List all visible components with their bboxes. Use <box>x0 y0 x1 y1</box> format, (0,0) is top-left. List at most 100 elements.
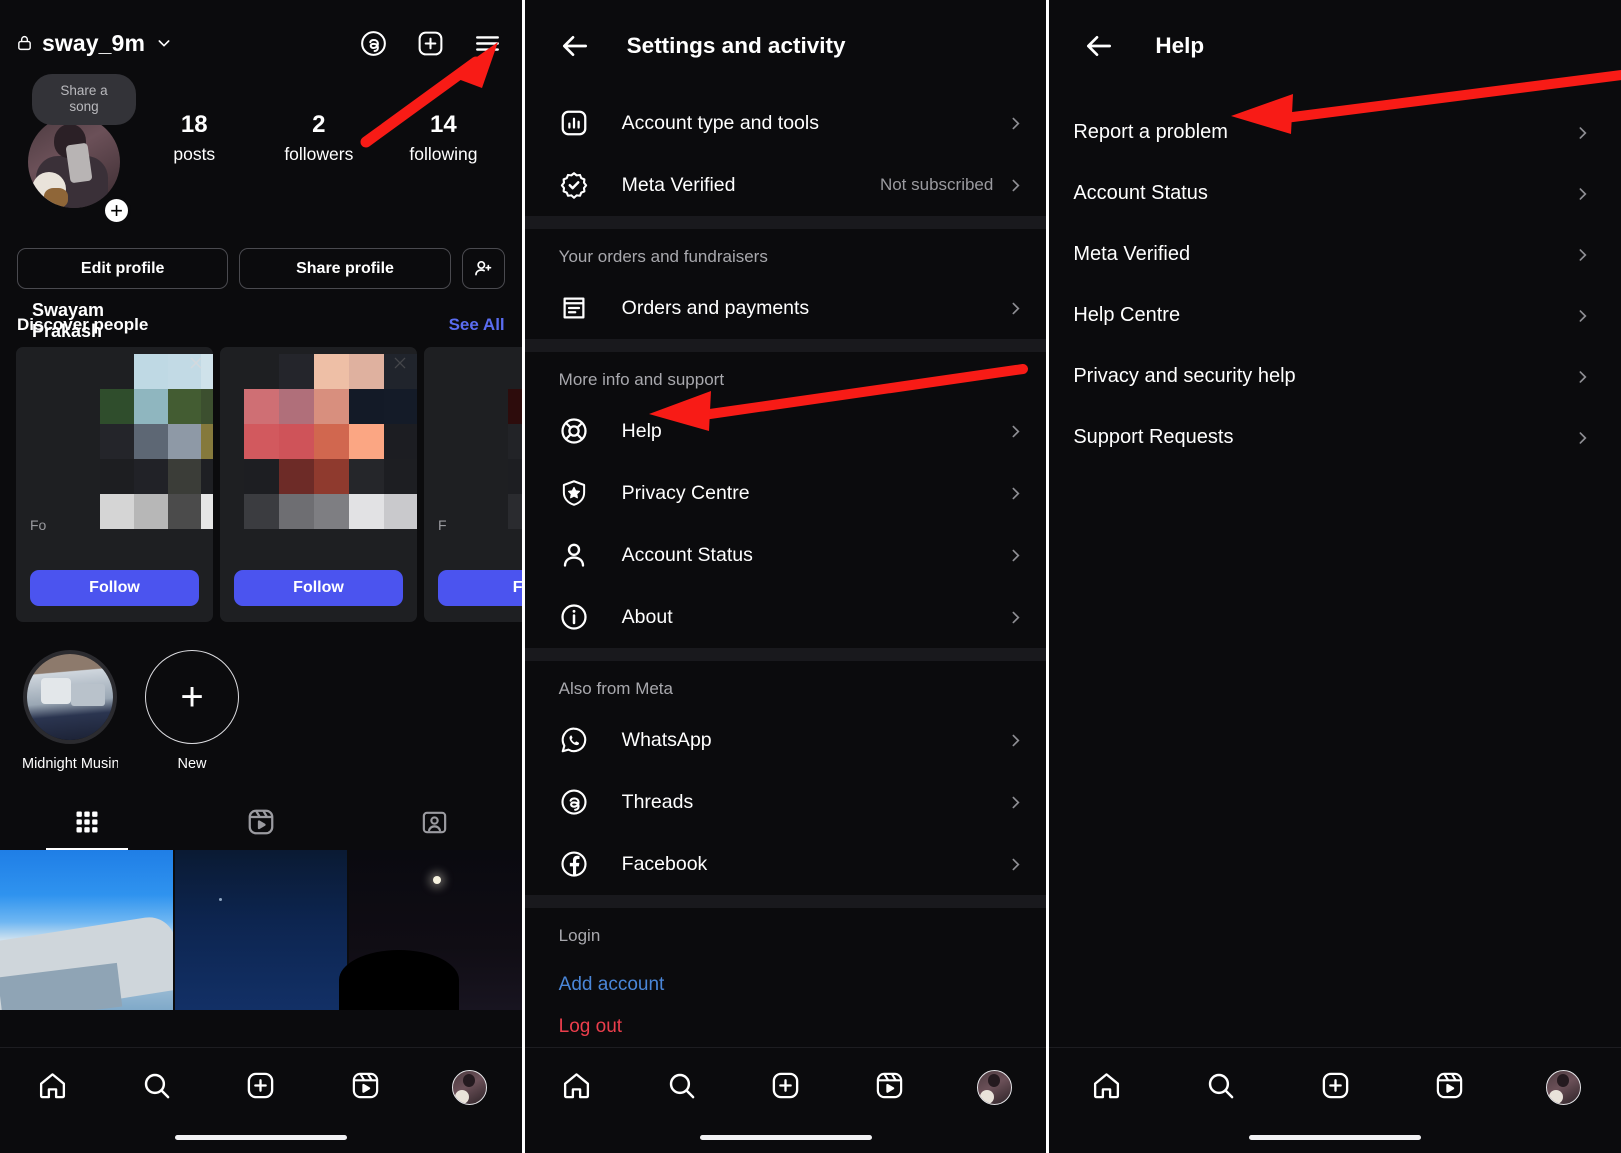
tab-tagged[interactable] <box>348 794 522 850</box>
settings-item-about[interactable]: About <box>525 586 1047 648</box>
section-divider <box>524 895 1047 908</box>
nav-create[interactable] <box>1278 1070 1392 1101</box>
discover-people-button[interactable] <box>461 248 505 289</box>
home-indicator <box>1249 1134 1422 1140</box>
nav-profile[interactable] <box>942 1070 1046 1105</box>
nav-search[interactable] <box>1164 1070 1278 1101</box>
plus-square-icon[interactable] <box>416 29 445 58</box>
lock-icon <box>18 35 31 51</box>
tab-grid[interactable] <box>0 794 174 850</box>
profile-display-name: Swayam Prakash <box>32 300 105 341</box>
following-count: 14 <box>430 111 457 138</box>
add-person-icon <box>474 261 492 276</box>
help-item-account-status[interactable]: Account Status <box>1049 163 1621 224</box>
bottom-navigation-bar <box>524 1047 1047 1153</box>
settings-item-facebook[interactable]: Facebook <box>525 833 1047 895</box>
chevron-right-icon <box>1012 796 1020 808</box>
follow-button[interactable]: Fo <box>438 570 522 606</box>
nav-create[interactable] <box>733 1070 837 1101</box>
profile-action-buttons: Edit profile Share profile <box>16 248 506 289</box>
plus-icon: + <box>145 650 239 744</box>
search-icon <box>144 1073 170 1099</box>
stat-following[interactable]: 14 following <box>381 108 506 166</box>
settings-item-privacy-centre[interactable]: Privacy Centre <box>525 462 1047 524</box>
highlight-item[interactable]: Midnight Musin… <box>22 650 118 772</box>
help-item-report-a-problem[interactable]: Report a problem <box>1049 102 1621 163</box>
chevron-right-icon <box>1579 187 1587 200</box>
settings-item-threads[interactable]: Threads <box>525 771 1047 833</box>
settings-item-help[interactable]: Help <box>525 400 1047 462</box>
stat-posts[interactable]: 18 posts <box>132 108 257 166</box>
settings-item-whatsapp[interactable]: WhatsApp <box>525 709 1047 771</box>
help-item-meta-verified[interactable]: Meta Verified <box>1049 224 1621 285</box>
share-profile-button[interactable]: Share profile <box>239 248 451 289</box>
highlight-thumbnail <box>23 650 117 744</box>
nav-home[interactable] <box>525 1070 629 1101</box>
threads-icon[interactable] <box>359 29 388 58</box>
profile-avatar <box>1546 1070 1582 1105</box>
settings-item-label: Orders and payments <box>621 296 810 319</box>
close-icon[interactable] <box>188 355 204 371</box>
person-icon <box>563 543 584 567</box>
chevron-right-icon <box>1579 431 1587 444</box>
profile-username[interactable]: sway_9m <box>42 30 145 57</box>
nav-search[interactable] <box>104 1070 208 1101</box>
stat-followers[interactable]: 2 followers <box>257 108 382 166</box>
meta-verified-badge-icon <box>560 172 587 199</box>
nav-reels[interactable] <box>1392 1070 1506 1101</box>
followers-label: followers <box>284 144 354 164</box>
see-all-link[interactable]: See All <box>449 315 505 335</box>
following-label: following <box>409 144 478 164</box>
help-item-support-requests[interactable]: Support Requests <box>1049 407 1621 468</box>
help-item-help-centre[interactable]: Help Centre <box>1049 285 1621 346</box>
info-circle-icon <box>561 604 587 630</box>
help-item-privacy-and-security-help[interactable]: Privacy and security help <box>1049 346 1621 407</box>
photo-thumbnail[interactable] <box>0 850 173 1010</box>
back-arrow-icon[interactable] <box>559 30 591 62</box>
followers-count: 2 <box>312 111 326 138</box>
back-arrow-icon[interactable] <box>1083 30 1115 62</box>
discover-card[interactable]: Follow <box>220 347 417 622</box>
edit-profile-button[interactable]: Edit profile <box>17 248 229 289</box>
reels-icon <box>1436 1072 1463 1099</box>
log-out-link[interactable]: Log out <box>525 996 1047 1038</box>
new-highlight-item[interactable]: + New <box>144 650 240 772</box>
home-icon <box>39 1073 65 1099</box>
section-header-also-from-meta: Also from Meta <box>558 679 673 698</box>
add-account-link[interactable]: Add account <box>525 956 1047 996</box>
nav-reels[interactable] <box>313 1070 417 1101</box>
add-to-story-button[interactable]: + <box>102 196 131 225</box>
photo-thumbnail[interactable] <box>174 850 348 1010</box>
bottom-navigation-bar <box>1049 1047 1621 1153</box>
nav-profile[interactable] <box>417 1070 521 1105</box>
help-item-label: Privacy and security help <box>1073 365 1296 387</box>
chevron-right-icon <box>1012 487 1020 499</box>
photo-thumbnail[interactable] <box>339 850 522 1010</box>
nav-profile[interactable] <box>1507 1070 1621 1105</box>
settings-item-account-status[interactable]: Account Status <box>525 524 1047 586</box>
share-a-song-bubble[interactable]: Share a song <box>32 74 136 125</box>
discover-card[interactable]: Fo Follow <box>16 347 213 622</box>
help-list: Report a problem Account Status Meta Ver… <box>1049 92 1621 468</box>
discover-card[interactable]: F Fo <box>424 347 522 622</box>
chevron-down-icon[interactable] <box>156 35 172 51</box>
follow-button[interactable]: Follow <box>234 570 403 606</box>
settings-item-account-type-and-tools[interactable]: Account type and tools <box>525 92 1047 154</box>
profile-summary: Share a song + Swayam Prakash 18 posts 2… <box>16 74 506 341</box>
close-icon[interactable] <box>392 355 408 371</box>
nav-create[interactable] <box>209 1070 313 1101</box>
avatar[interactable] <box>28 116 120 208</box>
nav-search[interactable] <box>629 1070 733 1101</box>
settings-item-orders-and-payments[interactable]: Orders and payments <box>525 277 1047 339</box>
follow-button[interactable]: Follow <box>30 570 199 606</box>
nav-home[interactable] <box>1049 1070 1163 1101</box>
section-header-more-info: More info and support <box>558 370 725 389</box>
nav-reels[interactable] <box>838 1070 942 1101</box>
discover-people-carousel[interactable]: Fo Follow Follow F F <box>16 347 522 622</box>
nav-home[interactable] <box>0 1070 104 1101</box>
hamburger-menu-icon[interactable] <box>473 29 502 58</box>
settings-item-meta-verified[interactable]: Meta Verified Not subscribed <box>525 154 1047 216</box>
home-indicator <box>174 1134 347 1140</box>
tab-reels[interactable] <box>174 794 348 850</box>
receipt-icon <box>563 297 585 319</box>
